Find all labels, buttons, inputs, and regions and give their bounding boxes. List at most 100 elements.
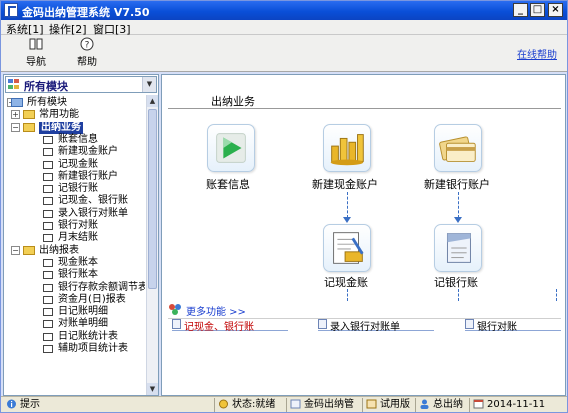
tree-item[interactable]: 现金账本 (5, 257, 145, 269)
status-separator (362, 398, 363, 412)
section-title: 出纳业务 (211, 95, 255, 108)
tree-item[interactable]: 记现金、银行账 (5, 195, 145, 207)
tree-item[interactable]: − 出纳业务 (5, 121, 145, 134)
tree-item-label: 辅助项目统计表 (58, 343, 128, 354)
page-icon (43, 197, 53, 206)
tree-item[interactable]: 日记账统计表 (5, 331, 145, 343)
online-help-link[interactable]: 在线帮助 (517, 46, 557, 61)
page-icon (43, 258, 53, 267)
tree-item[interactable]: − 出纳报表 (5, 245, 145, 257)
flow-arrow-line (347, 289, 348, 301)
calendar-icon (473, 399, 484, 409)
tree-item[interactable]: 记现金账 (5, 159, 145, 171)
status-edition: 试用版 (380, 399, 410, 410)
quick-link-bank-statement[interactable]: 录入银行对账单 (318, 318, 434, 333)
scrollbar-thumb[interactable] (148, 109, 157, 289)
workspace-header (164, 77, 563, 87)
tree-item[interactable]: + 常用功能 (5, 109, 145, 121)
tile-label: 新建银行账户 (424, 178, 490, 191)
flow-arrow-line (458, 289, 459, 301)
page-icon (43, 222, 53, 230)
tile-bank-ledger[interactable] (434, 224, 482, 272)
flow-arrow-line (556, 289, 557, 301)
user-icon (420, 399, 429, 409)
book-icon (29, 38, 43, 50)
tree-item-label: 银行存款余额调节表 (58, 281, 145, 293)
title-bar[interactable]: 金码出纳管理系统 V7.50 _ □ × (1, 1, 567, 20)
page-icon (43, 332, 53, 341)
collapse-icon[interactable]: − (11, 122, 20, 132)
tree-item[interactable]: 日记账明细 (5, 306, 145, 318)
status-bar: 提示 状态:就绪 金码出纳管 试用版 总出纳 2014-11-11 (1, 396, 567, 412)
tree-item[interactable]: 银行账本 (5, 269, 145, 281)
tile-new-bank-account[interactable] (434, 124, 482, 172)
tile-label: 账套信息 (206, 178, 250, 191)
tree-item-label: 出纳业务 (39, 121, 83, 134)
scroll-up-icon[interactable]: ▲ (147, 95, 158, 107)
maximize-button[interactable]: □ (530, 3, 545, 17)
tile-cash-ledger[interactable] (323, 224, 371, 272)
flow-arrow-head (343, 217, 351, 223)
status-state: 状态:就绪 (232, 399, 276, 410)
tile-new-cash-account[interactable] (323, 124, 371, 172)
tree-item[interactable]: 银行存款余额调节表 (5, 282, 145, 294)
tree-item-label: 现金账本 (58, 256, 98, 268)
status-separator (415, 398, 416, 412)
flow-arrow-head (454, 217, 462, 223)
folder-icon (23, 110, 35, 120)
tree-item-label: 新建现金账户 (58, 146, 118, 158)
tree-item[interactable]: 记银行账 (5, 183, 145, 195)
tree-item[interactable]: 录入银行对账单 (5, 208, 145, 220)
minimize-button[interactable]: _ (513, 3, 528, 17)
status-product: 金码出纳管 (304, 399, 354, 410)
page-icon (43, 160, 53, 169)
tree-item[interactable]: 资金月(日)报表 (5, 294, 145, 306)
tree-item-label: 录入银行对账单 (58, 207, 128, 219)
page-icon (43, 345, 53, 353)
tree-item-label: 日记账明细 (58, 306, 108, 318)
tree-item[interactable]: 对账单明细 (5, 318, 145, 330)
tree-item-label: 账套信息 (58, 133, 98, 145)
tree-scrollbar[interactable]: ▲ ▼ (146, 95, 158, 395)
tile-label: 记银行账 (434, 276, 478, 289)
tree-item-label: 常用功能 (39, 109, 79, 121)
collapse-icon[interactable]: − (11, 245, 20, 255)
status-separator (286, 398, 287, 412)
tree-item[interactable]: 新建银行账户 (5, 171, 145, 183)
more-functions-icon (169, 304, 181, 315)
more-functions-link[interactable]: 更多功能 >> (186, 303, 246, 318)
tree-item[interactable]: 账套信息 (5, 134, 145, 146)
scroll-down-icon[interactable]: ▼ (147, 383, 158, 395)
close-button[interactable]: × (548, 3, 563, 17)
module-select[interactable]: 所有模块 ▼ (5, 76, 157, 93)
nav-button[interactable]: 导航 (18, 37, 54, 69)
coins-icon (330, 134, 364, 166)
tree-item[interactable]: −所有模块 (5, 97, 145, 109)
status-separator (214, 398, 215, 412)
expand-icon[interactable]: + (11, 110, 20, 120)
tree-item-label: 银行对账 (58, 220, 98, 231)
module-select-value: 所有模块 (24, 80, 68, 93)
tree-item[interactable]: 新建现金账户 (5, 146, 145, 158)
quick-link-reconcile[interactable]: 银行对账 (465, 318, 561, 333)
tile-account-info[interactable] (207, 124, 255, 172)
page-icon (43, 295, 53, 304)
svg-text:?: ? (85, 41, 90, 51)
help-button[interactable]: ? 帮助 (69, 37, 105, 69)
workspace-panel: 出纳业务 账套信息 新建现金账户 新建银行账户 记现金账 记银行账 更多功能 >… (161, 74, 566, 396)
tile-label: 新建现金账户 (312, 178, 378, 191)
tree-item[interactable]: 辅助项目统计表 (5, 343, 145, 355)
menu-bar: 系统[1] 操作[2] 窗口[3] (1, 20, 567, 36)
tree-item-label: 记银行账 (58, 183, 98, 195)
tree-item[interactable]: 银行对账 (5, 220, 145, 232)
module-tree: −所有模块+ 常用功能 − 出纳业务账套信息新建现金账户记现金账新建银行账户记银行账记… (5, 95, 145, 395)
bank-ledger-icon (446, 233, 471, 263)
navigation-panel: 所有模块 ▼ −所有模块+常用功能−出纳业务账套信息新建现金账户记现金账新建银行… (3, 74, 159, 396)
chevron-down-icon[interactable]: ▼ (142, 77, 156, 92)
tree-item[interactable]: 月末结账 (5, 232, 145, 244)
edition-icon (366, 399, 377, 409)
tree-item-label: 记现金、银行账 (58, 195, 128, 207)
page-icon (43, 271, 53, 280)
quick-link-cash-bank[interactable]: 记现金、银行账 (172, 318, 288, 333)
status-date: 2014-11-11 (487, 399, 546, 410)
